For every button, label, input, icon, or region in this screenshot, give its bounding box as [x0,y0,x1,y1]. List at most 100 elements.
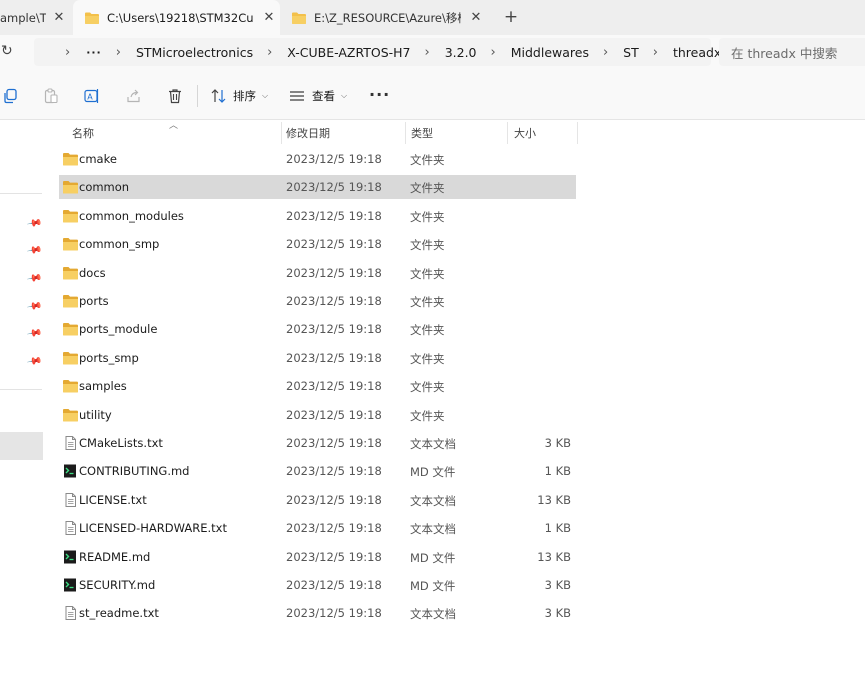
pin-icon[interactable]: 📌 [26,325,43,341]
file-row[interactable]: README.md 2023/12/5 19:18 MD 文件 13 KB [59,545,576,569]
tab-2[interactable]: E:\Z_RESOURCE\Azure\移植教程 ✕ [282,0,487,35]
close-icon[interactable]: ✕ [48,10,70,25]
file-type: 文件夹 [410,295,445,309]
markdown-file-icon [64,464,76,478]
file-date: 2023/12/5 19:18 [286,521,382,536]
chevron-right-icon[interactable]: › [589,45,623,60]
sort-button[interactable]: 排序 ⌵ [211,86,268,106]
chevron-right-icon[interactable]: › [102,45,136,60]
command-bar: A 排序 ⌵ 查看 ⌵ ··· [0,68,865,120]
file-name: cmake [79,152,117,166]
tab-0[interactable]: ample\Tx ✕ [0,0,70,35]
column-header-type[interactable]: 类型 [411,121,505,145]
file-row[interactable]: CONTRIBUTING.md 2023/12/5 19:18 MD 文件 1 KB [59,459,576,483]
share-icon[interactable] [126,88,142,104]
refresh-icon[interactable]: ↻ [1,43,17,59]
folder-row[interactable]: utility 2023/12/5 19:18 文件夹 [59,403,576,427]
column-divider[interactable] [281,122,282,144]
file-type: 文件夹 [410,181,445,196]
file-type: 文件夹 [410,323,445,338]
file-size: 1 KB [544,464,571,479]
chevron-right-icon[interactable]: › [253,45,287,60]
column-divider[interactable] [577,122,578,144]
tab-1-active[interactable]: C:\Users\19218\STM32Cube\Re ✕ [73,0,280,35]
breadcrumb-item[interactable]: STMicroelectronics [136,45,253,60]
folder-icon [63,181,78,194]
paste-icon[interactable] [43,88,59,104]
rename-icon[interactable]: A [84,88,100,104]
chevron-right-icon[interactable]: › [411,45,445,60]
new-tab-button[interactable]: + [500,6,522,28]
pin-icon[interactable]: 📌 [26,270,43,286]
folder-icon [63,351,78,365]
breadcrumb-item[interactable]: Middlewares [511,45,589,60]
search-input[interactable]: 在 threadx 中搜索 [719,38,865,66]
folder-row[interactable]: samples 2023/12/5 19:18 文件夹 [59,374,576,398]
column-divider[interactable] [507,122,508,144]
chevron-right-icon[interactable]: › [639,45,673,60]
column-header-label: 大小 [514,127,536,140]
folder-row[interactable]: common_smp 2023/12/5 19:18 文件夹 [59,232,576,256]
file-row[interactable]: LICENSED-HARDWARE.txt 2023/12/5 19:18 文本文档… [59,516,576,540]
column-header-name[interactable]: 名称 [72,121,280,145]
markdown-file-icon [64,550,76,564]
file-date: 2023/12/5 19:18 [286,350,382,365]
sort-icon [211,89,226,103]
file-type: 文件夹 [410,408,445,423]
pin-icon[interactable]: 📌 [26,353,43,369]
address-row: ↻ › ··· › STMicroelectronics › X-CUBE-AZ… [0,35,865,68]
breadcrumb-item-current[interactable]: threadx [673,45,721,60]
folder-row[interactable]: ports 2023/12/5 19:18 文件夹 [59,289,576,313]
column-header-size[interactable]: 大小 [514,121,576,145]
file-name: LICENSE.txt [79,492,147,507]
more-options-button[interactable]: ··· [369,85,390,104]
folder-row[interactable]: docs 2023/12/5 19:18 文件夹 [59,261,576,285]
column-divider[interactable] [405,122,406,144]
column-header-date[interactable]: 修改日期 [286,121,404,145]
navigation-pane: 📌 📌 📌 📌 📌 📌 [0,121,44,694]
pin-icon[interactable]: 📌 [26,215,43,231]
folder-row[interactable]: ports_module 2023/12/5 19:18 文件夹 [59,317,576,341]
file-size: 13 KB [537,549,571,564]
file-row[interactable]: SECURITY.md 2023/12/5 19:18 MD 文件 3 KB [59,573,576,597]
folder-row[interactable]: ports_smp 2023/12/5 19:18 文件夹 [59,346,576,370]
breadcrumb-item[interactable]: 3.2.0 [445,45,477,60]
address-bar[interactable]: › ··· › STMicroelectronics › X-CUBE-AZRT… [34,38,741,66]
file-size: 3 KB [544,436,571,450]
folder-row[interactable]: common 2023/12/5 19:18 文件夹 [59,175,576,200]
file-date: 2023/12/5 19:18 [286,606,382,621]
svg-text:A: A [87,93,93,102]
delete-icon[interactable] [167,88,183,104]
file-row[interactable]: CMakeLists.txt 2023/12/5 19:18 文本文档 3 KB [59,431,576,455]
file-date: 2023/12/5 19:18 [286,436,382,450]
close-icon[interactable]: ✕ [465,10,487,25]
pin-icon[interactable]: 📌 [26,298,43,314]
folder-row[interactable]: cmake 2023/12/5 19:18 文件夹 [59,147,576,171]
file-name: README.md [79,549,151,564]
file-date: 2023/12/5 19:18 [286,464,382,479]
view-icon [290,91,304,101]
file-date: 2023/12/5 19:18 [286,578,382,592]
folder-row[interactable]: common_modules 2023/12/5 19:18 文件夹 [59,204,576,228]
tab-label: C:\Users\19218\STM32Cube\Re [107,10,254,25]
pin-icon[interactable]: 📌 [26,242,43,258]
view-button[interactable]: 查看 ⌵ [289,86,347,106]
breadcrumb-item[interactable]: ST [623,45,639,60]
file-size: 3 KB [544,606,571,621]
close-icon[interactable]: ✕ [258,10,280,25]
breadcrumb-more[interactable]: ··· [86,46,102,59]
file-type: MD 文件 [410,465,456,480]
column-header-label: 修改日期 [286,127,330,140]
file-name: ports_smp [79,350,139,365]
sort-label: 排序 [233,89,256,103]
file-row[interactable]: LICENSE.txt 2023/12/5 19:18 文本文档 13 KB [59,488,576,512]
chevron-right-icon[interactable]: › [49,45,86,60]
breadcrumb-item[interactable]: X-CUBE-AZRTOS-H7 [287,45,410,60]
file-row[interactable]: st_readme.txt 2023/12/5 19:18 文本文档 3 KB [59,601,576,625]
chevron-right-icon[interactable]: › [477,45,511,60]
file-type: MD 文件 [410,579,456,593]
file-type: MD 文件 [410,550,456,565]
folder-icon [63,408,78,422]
nav-item-selected[interactable] [0,432,43,460]
copy-icon[interactable] [2,88,18,104]
